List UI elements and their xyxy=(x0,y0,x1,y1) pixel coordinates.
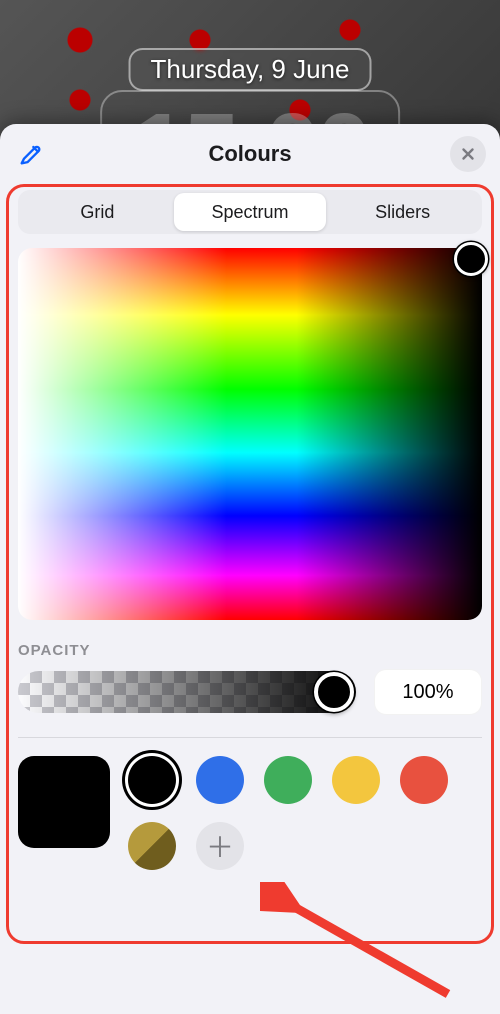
sheet-content: Grid Spectrum Sliders OPACITY 100% xyxy=(0,184,500,888)
preset-swatch[interactable] xyxy=(128,756,176,804)
swatch-row: ＋ xyxy=(18,756,482,870)
sheet-title: Colours xyxy=(208,141,291,167)
plus-icon: ＋ xyxy=(206,826,234,866)
preset-swatch[interactable] xyxy=(332,756,380,804)
add-preset-button[interactable]: ＋ xyxy=(196,822,244,870)
preset-grid: ＋ xyxy=(128,756,482,870)
tab-spectrum[interactable]: Spectrum xyxy=(174,193,327,231)
sheet-header: Colours xyxy=(0,124,500,184)
preset-swatch[interactable] xyxy=(264,756,312,804)
preset-swatch[interactable] xyxy=(196,756,244,804)
opacity-value-field[interactable]: 100% xyxy=(374,669,482,715)
spectrum-canvas[interactable] xyxy=(18,248,482,620)
opacity-slider-thumb[interactable] xyxy=(314,672,354,712)
spectrum-cursor[interactable] xyxy=(454,242,488,276)
close-icon xyxy=(459,145,477,163)
tab-sliders[interactable]: Sliders xyxy=(326,193,479,231)
preset-swatch-split[interactable] xyxy=(128,822,176,870)
tab-grid[interactable]: Grid xyxy=(21,193,174,231)
mode-segmented-control: Grid Spectrum Sliders xyxy=(18,190,482,234)
color-picker-sheet: Colours Grid Spectrum Sliders OPACITY 10… xyxy=(0,124,500,1014)
eyedropper-icon xyxy=(17,140,45,168)
current-color-swatch[interactable] xyxy=(18,756,110,848)
opacity-label: OPACITY xyxy=(18,642,482,659)
divider xyxy=(18,737,482,738)
preset-swatch[interactable] xyxy=(400,756,448,804)
opacity-row: 100% xyxy=(18,669,482,715)
spectrum-area xyxy=(18,248,482,620)
opacity-slider[interactable] xyxy=(18,671,356,713)
close-button[interactable] xyxy=(450,136,486,172)
eyedropper-button[interactable] xyxy=(14,137,48,171)
lockscreen-date: Thursday, 9 June xyxy=(129,48,372,91)
